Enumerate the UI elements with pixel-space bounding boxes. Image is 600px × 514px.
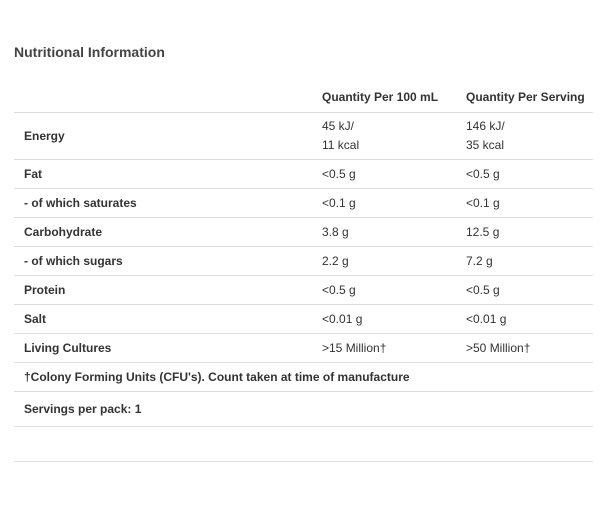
value-per-100ml: 3.8 g bbox=[312, 217, 456, 247]
value-per-serving: <0.01 g bbox=[456, 304, 593, 334]
table-row-sugars: - of which sugars 2.2 g 7.2 g bbox=[14, 246, 593, 276]
value-per-100ml: <0.5 g bbox=[312, 159, 456, 189]
value-per-serving: 146 kJ/ 35 kcal bbox=[456, 112, 593, 160]
value-line-kcal: 11 kcal bbox=[322, 138, 360, 152]
header-per-100ml: Quantity Per 100 mL bbox=[312, 82, 456, 113]
table-row-servings: Servings per pack: 1 bbox=[14, 391, 593, 427]
value-per-100ml: >15 Million† bbox=[312, 333, 456, 363]
value-per-serving: <0.1 g bbox=[456, 188, 593, 218]
header-nutrient bbox=[14, 82, 312, 113]
value-per-serving: <0.5 g bbox=[456, 275, 593, 305]
nutrient-name: Living Cultures bbox=[14, 333, 312, 363]
nutrient-name: Protein bbox=[14, 275, 312, 305]
header-per-serving: Quantity Per Serving bbox=[456, 82, 593, 113]
value-line-kj: 146 kJ/ bbox=[466, 119, 505, 133]
table-row-empty bbox=[14, 426, 593, 462]
value-per-serving: <0.5 g bbox=[456, 159, 593, 189]
table-row-carbohydrate: Carbohydrate 3.8 g 12.5 g bbox=[14, 217, 593, 247]
nutrient-name: Fat bbox=[14, 159, 312, 189]
table-row-footnote: †Colony Forming Units (CFU's). Count tak… bbox=[14, 362, 593, 392]
value-per-100ml: <0.01 g bbox=[312, 304, 456, 334]
table-row-fat: Fat <0.5 g <0.5 g bbox=[14, 159, 593, 189]
table-header: Quantity Per 100 mL Quantity Per Serving bbox=[14, 82, 593, 113]
section-title: Nutritional Information bbox=[14, 44, 165, 60]
nutrient-name: Carbohydrate bbox=[14, 217, 312, 247]
value-per-serving: >50 Million† bbox=[456, 333, 593, 363]
nutrient-name: - of which sugars bbox=[14, 246, 312, 276]
value-per-serving: 7.2 g bbox=[456, 246, 593, 276]
nutrition-table: Quantity Per 100 mL Quantity Per Serving… bbox=[14, 82, 593, 462]
value-per-100ml: 2.2 g bbox=[312, 246, 456, 276]
table-row-salt: Salt <0.01 g <0.01 g bbox=[14, 304, 593, 334]
table-row-energy: Energy 45 kJ/ 11 kcal 146 kJ/ 35 kcal bbox=[14, 112, 593, 160]
nutrient-name: - of which saturates bbox=[14, 188, 312, 218]
empty-cell bbox=[14, 426, 593, 462]
servings-text: Servings per pack: 1 bbox=[14, 391, 593, 427]
value-per-serving: 12.5 g bbox=[456, 217, 593, 247]
table-body: Energy 45 kJ/ 11 kcal 146 kJ/ 35 kcal Fa… bbox=[14, 112, 593, 462]
value-per-100ml: <0.5 g bbox=[312, 275, 456, 305]
value-per-100ml: <0.1 g bbox=[312, 188, 456, 218]
nutrient-name: Salt bbox=[14, 304, 312, 334]
table-row-living-cultures: Living Cultures >15 Million† >50 Million… bbox=[14, 333, 593, 363]
header-row: Quantity Per 100 mL Quantity Per Serving bbox=[14, 82, 593, 113]
value-per-100ml: 45 kJ/ 11 kcal bbox=[312, 112, 456, 160]
value-line-kcal: 35 kcal bbox=[466, 138, 505, 152]
footnote-text: †Colony Forming Units (CFU's). Count tak… bbox=[14, 362, 593, 392]
value-line-kj: 45 kJ/ bbox=[322, 119, 355, 133]
nutrient-name: Energy bbox=[14, 112, 312, 160]
table-row-saturates: - of which saturates <0.1 g <0.1 g bbox=[14, 188, 593, 218]
table-row-protein: Protein <0.5 g <0.5 g bbox=[14, 275, 593, 305]
